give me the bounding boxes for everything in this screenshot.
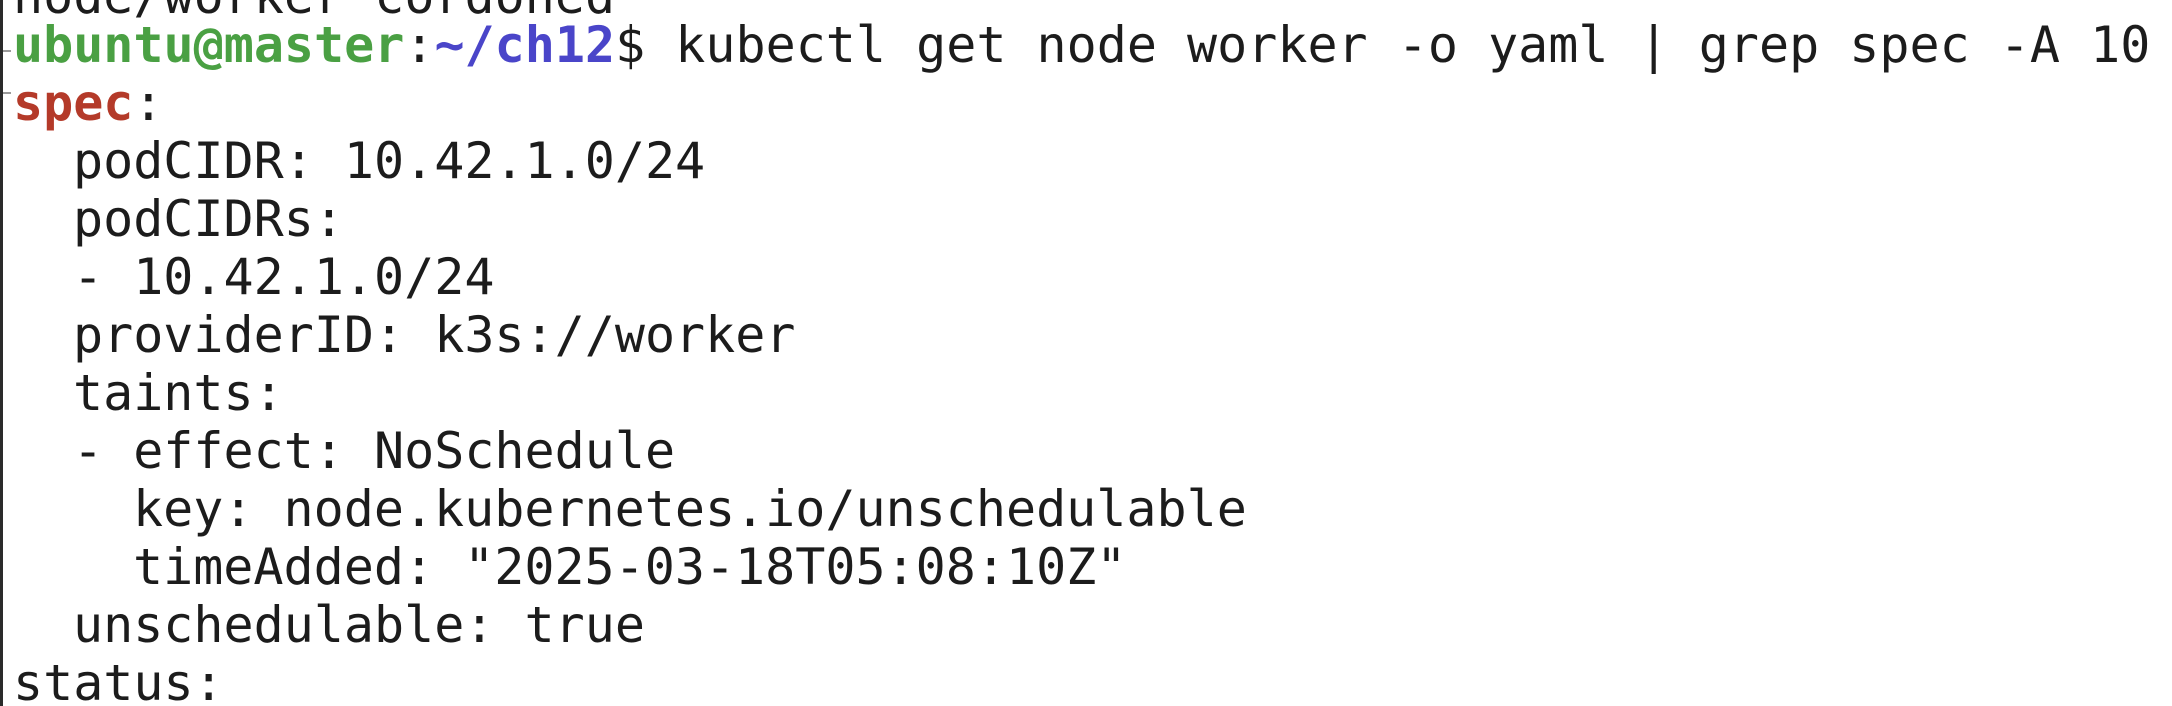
mark-bracket [3, 50, 11, 94]
terminal-window[interactable]: node/worker cordoned ubuntu@master:~/ch1… [0, 0, 2172, 706]
spec-colon: : [133, 74, 164, 132]
prompt-symbol: $ [615, 16, 676, 74]
output-line-spec: spec: [13, 74, 164, 132]
output-line-podcidrs-item: - 10.42.1.0/24 [73, 248, 495, 306]
output-line-providerid: providerID: k3s://worker [73, 306, 796, 364]
output-line-taints: taints: [73, 364, 284, 422]
output-line-podcidr: podCIDR: 10.42.1.0/24 [73, 132, 706, 190]
output-line-unschedulable: unschedulable: true [73, 596, 645, 654]
prompt-cwd: ~/ch12 [434, 16, 616, 74]
output-line-effect: - effect: NoSchedule [73, 422, 676, 480]
output-line-key: key: node.kubernetes.io/unschedulable [133, 480, 1247, 538]
output-line-podcidrs: podCIDRs: [73, 190, 344, 248]
output-line-status: status: [13, 654, 224, 706]
command-line: ubuntu@master:~/ch12$ kubectl get node w… [13, 16, 2150, 74]
command-text: kubectl get node worker -o yaml | grep s… [675, 16, 2151, 74]
output-line-timeadded: timeAdded: "2025-03-18T05:08:10Z" [133, 538, 1127, 596]
prompt-user-host: ubuntu@master [13, 16, 405, 74]
prompt-separator: : [404, 16, 435, 74]
grep-match-spec: spec [13, 74, 134, 132]
